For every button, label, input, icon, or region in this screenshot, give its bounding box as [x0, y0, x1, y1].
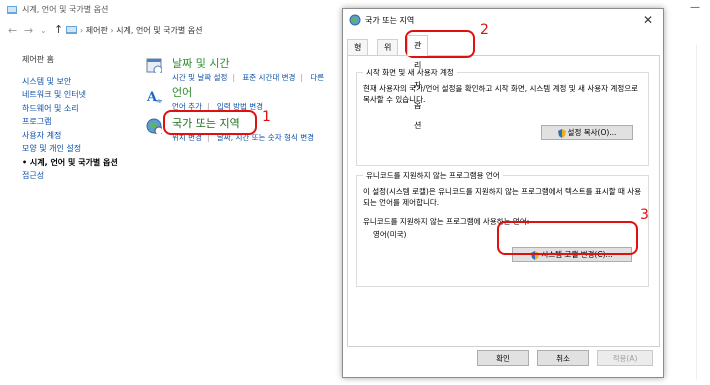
link-more[interactable]: 다른 — [310, 73, 324, 82]
dialog-title: 국가 또는 지역 — [365, 16, 415, 25]
globe-icon — [349, 14, 361, 26]
apply-button[interactable]: 적용(A) — [597, 350, 653, 366]
group-legend: 시작 화면 및 새 사용자 계정 — [363, 67, 457, 78]
breadcrumb-item[interactable]: 시계, 언어 및 국가별 옵션 — [116, 26, 202, 35]
group-legend: 유니코드를 지원하지 않는 프로그램용 언어 — [363, 170, 503, 181]
control-panel-icon — [7, 6, 17, 14]
breadcrumb-item[interactable]: 제어판 — [86, 26, 108, 35]
sidebar: 제어판 홈 시스템 및 보안 네트워크 및 인터넷 하드웨어 및 소리 프로그램… — [22, 53, 118, 183]
globe-clock-icon — [146, 118, 162, 134]
sidebar-item-accessibility[interactable]: 접근성 — [22, 169, 118, 183]
forward-arrow-icon[interactable]: → — [24, 24, 33, 37]
tab-administrative[interactable]: 관리자 옵션 — [407, 35, 429, 130]
group-welcome-screen: 시작 화면 및 새 사용자 계정 현재 사용자의 국가/언어 설정을 확인하고 … — [356, 67, 649, 166]
sidebar-home[interactable]: 제어판 홈 — [22, 53, 118, 67]
control-panel-small-icon — [66, 26, 77, 34]
up-arrow-icon[interactable]: ↑ — [54, 23, 63, 36]
language-icon: A 字 — [146, 90, 162, 103]
region-dialog: 국가 또는 지역 ✕ 형식 위치 관리자 옵션 시작 화면 및 새 사용자 계정… — [342, 8, 664, 378]
sidebar-item-programs[interactable]: 프로그램 — [22, 115, 118, 129]
group-description: 현재 사용자의 국가/언어 설정을 확인하고 시작 화면, 시스템 계정 및 새… — [363, 84, 639, 104]
window-title: 시계, 언어 및 국가별 옵션 — [22, 5, 109, 14]
back-arrow-icon[interactable]: ← — [8, 24, 17, 37]
calendar-clock-icon — [146, 58, 162, 73]
sidebar-item-clock-region[interactable]: • 시계, 언어 및 국가별 옵션 — [22, 156, 118, 170]
chevron-down-icon[interactable]: ⌄ — [40, 26, 47, 35]
minimize-icon[interactable]: — — [690, 2, 700, 13]
annotation-number: 2 — [480, 22, 489, 38]
tab-formats[interactable]: 형식 — [347, 39, 369, 67]
annotation-box-3 — [497, 221, 638, 255]
current-language-value: 영어(미국) — [373, 230, 407, 239]
annotation-number: 3 — [640, 207, 649, 223]
sidebar-item-accounts[interactable]: 사용자 계정 — [22, 129, 118, 143]
sidebar-item-hardware[interactable]: 하드웨어 및 소리 — [22, 102, 118, 116]
group-description: 이 설정(시스템 로캘)은 유니코드를 지원하지 않는 프로그램에서 텍스트를 … — [363, 187, 642, 207]
category-title[interactable]: 언어 — [172, 84, 268, 100]
ok-button[interactable]: 확인 — [477, 350, 529, 366]
copy-settings-button[interactable]: 설정 복사(O)... — [541, 125, 633, 140]
sidebar-item-network[interactable]: 네트워크 및 인터넷 — [22, 88, 118, 102]
close-icon[interactable]: ✕ — [643, 13, 653, 27]
link-set-time-date[interactable]: 시간 및 날짜 설정 — [172, 73, 227, 82]
sidebar-item-system-security[interactable]: 시스템 및 보안 — [22, 75, 118, 89]
tab-location[interactable]: 위치 — [377, 39, 399, 67]
category-title[interactable]: 날짜 및 시간 — [172, 55, 329, 71]
link-change-time-zone[interactable]: 표준 시간대 변경 — [242, 73, 295, 82]
tab-page: 시작 화면 및 새 사용자 계정 현재 사용자의 국가/언어 설정을 확인하고 … — [347, 55, 660, 347]
dialog-titlebar: 국가 또는 지역 ✕ — [343, 9, 663, 31]
annotation-number: 1 — [262, 109, 271, 125]
svg-text:字: 字 — [155, 98, 162, 103]
uac-shield-icon — [557, 128, 566, 138]
scrollbar[interactable] — [696, 45, 709, 380]
sidebar-item-appearance[interactable]: 모양 및 개인 설정 — [22, 142, 118, 156]
annotation-box-1 — [163, 110, 257, 135]
category-date-time: 날짜 및 시간 시간 및 날짜 설정 | 표준 시간대 변경 | 다른 — [172, 55, 329, 83]
cancel-button[interactable]: 취소 — [537, 350, 589, 366]
breadcrumb: › 제어판 › 시계, 언어 및 국가별 옵션 — [80, 26, 203, 35]
category-language: 언어 언어 추가 | 입력 방법 변경 — [172, 84, 268, 112]
